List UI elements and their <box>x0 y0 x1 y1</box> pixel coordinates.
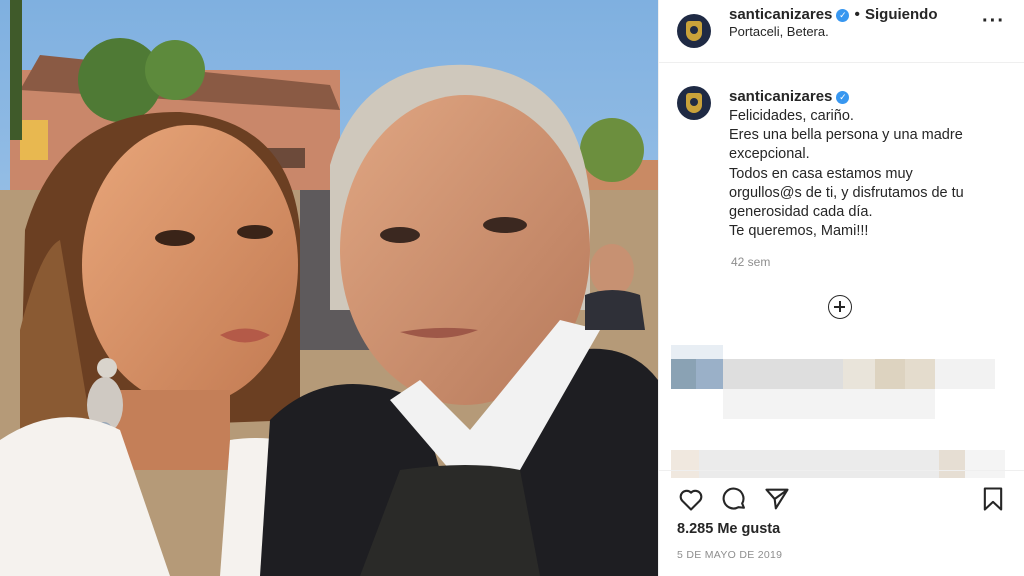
verified-icon: ✓ <box>836 91 850 104</box>
load-more-comments-icon[interactable] <box>828 295 852 319</box>
heart-icon[interactable] <box>677 485 705 513</box>
post-side-panel: santicanizares ✓ • Siguiendo Portaceli, Bet… <box>658 0 1024 576</box>
caption-line: Felicidades, cariño. <box>729 108 854 124</box>
pixelated-block <box>875 359 905 389</box>
caption-line: Eres una bella persona y una madre <box>729 127 963 144</box>
post-photo-illustration <box>0 0 658 576</box>
post-date: 5 DE MAYO DE 2019 <box>677 549 783 561</box>
author-line: santicanizares ✓ • Siguiendo <box>729 6 938 24</box>
action-bar <box>659 470 1024 521</box>
author-username[interactable]: santicanizares <box>729 6 832 23</box>
caption-author-line: santicanizares ✓ <box>729 88 850 106</box>
caption-line: orgullos@s de ti, y disfrutamos de tu <box>729 184 964 201</box>
caption-text: Felicidades, cariño. Eres una bella pers… <box>729 107 1009 241</box>
comment-icon[interactable] <box>720 485 748 513</box>
share-icon[interactable] <box>763 485 791 513</box>
caption-line: Te queremos, Mami!!! <box>729 223 869 240</box>
pixelated-block <box>723 359 843 389</box>
more-icon[interactable]: ··· <box>982 10 1005 33</box>
follow-status-button[interactable]: Siguiendo <box>865 6 938 23</box>
pixelated-block <box>671 359 696 389</box>
post-photo[interactable] <box>0 0 658 576</box>
pixelated-block <box>671 345 723 359</box>
caption-line: Todos en casa estamos muy <box>729 165 913 182</box>
caption-timestamp: 42 sem <box>731 255 771 269</box>
separator-dot: • <box>854 6 860 23</box>
author-avatar[interactable] <box>677 14 711 48</box>
post-header: santicanizares ✓ • Siguiendo Portaceli, Bet… <box>659 0 1024 63</box>
caption-username[interactable]: santicanizares <box>729 88 832 105</box>
caption-author-avatar[interactable] <box>677 86 711 120</box>
post-location[interactable]: Portaceli, Betera. <box>729 24 829 39</box>
pixelated-block <box>723 389 935 419</box>
pixelated-block <box>696 359 723 389</box>
pixelated-block <box>843 359 875 389</box>
bookmark-icon[interactable] <box>979 485 1007 513</box>
like-count[interactable]: 8.285 Me gusta <box>677 521 780 537</box>
pixelated-block <box>935 359 995 389</box>
caption-line: excepcional. <box>729 146 810 163</box>
verified-icon: ✓ <box>836 9 850 22</box>
caption-line: generosidad cada día. <box>729 204 873 221</box>
pixelated-block <box>905 359 935 389</box>
